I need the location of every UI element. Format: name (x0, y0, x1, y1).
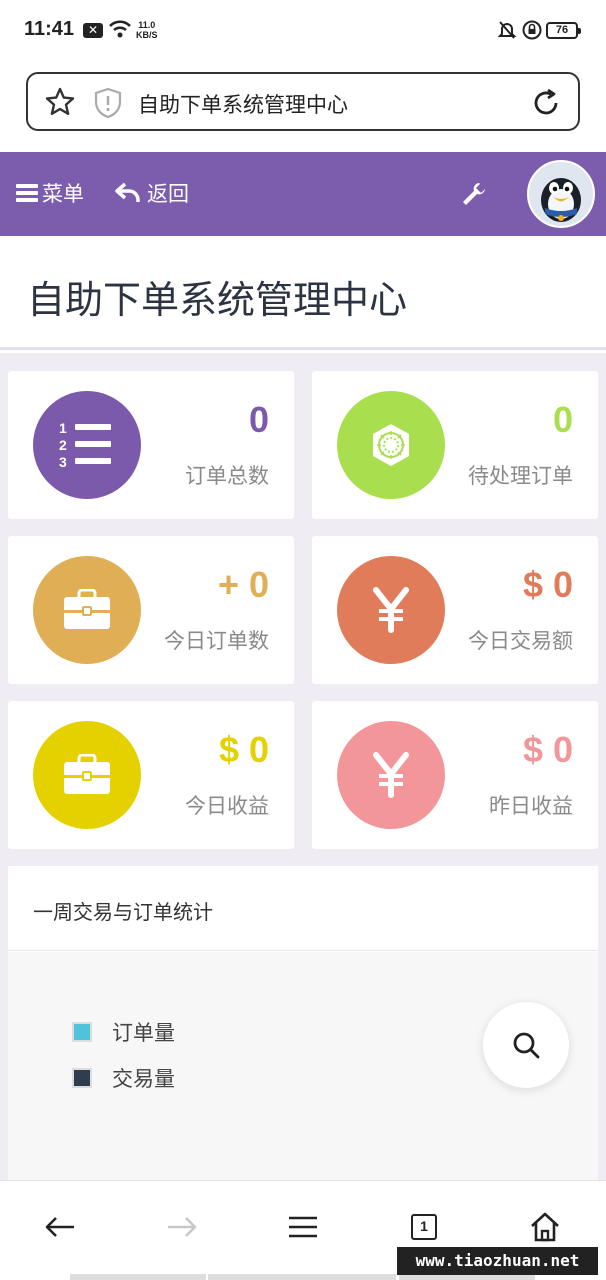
watermark: www.tiaozhuan.net (397, 1247, 598, 1275)
wifi-icon (109, 20, 131, 38)
browser-back-button[interactable] (40, 1207, 80, 1247)
stat-card-today-transactions[interactable]: $ 0 今日交易额 (312, 536, 598, 684)
reload-icon[interactable] (530, 87, 562, 119)
browser-url-area: 自助下单系统管理中心 (0, 62, 606, 152)
avatar[interactable] (527, 160, 595, 228)
yen-icon (373, 587, 409, 633)
circle-badge (337, 721, 445, 829)
page-title: 自助下单系统管理中心 (27, 278, 408, 322)
stat-label: 今日收益 (185, 794, 269, 818)
forward-icon (168, 1217, 197, 1237)
back-button[interactable]: 返回 (115, 178, 189, 208)
circle-badge (33, 721, 141, 829)
stat-value: 0 (248, 399, 269, 440)
chart-title: 一周交易与订单统计 (33, 900, 213, 924)
stat-label: 订单总数 (185, 464, 269, 488)
gesture-bar (70, 1274, 206, 1280)
menu-button[interactable]: 菜单 (16, 178, 84, 208)
legend-label: 订单量 (112, 1021, 175, 1045)
status-bar: 11:41 ✕ 11.0 KB/S 76 (0, 0, 606, 62)
svg-text:2: 2 (59, 437, 67, 453)
network-speed-unit: KB/S (136, 30, 158, 40)
stat-card-today-orders[interactable]: + 0 今日订单数 (8, 536, 294, 684)
floating-search-button[interactable] (483, 1002, 569, 1088)
circle-badge (337, 556, 445, 664)
numbered-list-icon: 1 2 3 (59, 420, 111, 470)
browser-home-button[interactable] (525, 1207, 565, 1247)
top-navbar: 菜单 返回 (0, 152, 606, 236)
page-header: 自助下单系统管理中心 (0, 236, 606, 350)
browser-menu-button[interactable] (283, 1207, 323, 1247)
battery-indicator: 76 (546, 22, 581, 39)
briefcase-icon (64, 589, 110, 629)
back-label: 返回 (147, 182, 189, 206)
legend-label: 交易量 (112, 1067, 175, 1091)
legend-swatch (72, 1022, 92, 1042)
briefcase-icon (64, 754, 110, 794)
stat-card-yesterday-profit[interactable]: $ 0 昨日收益 (312, 701, 598, 849)
stat-card-today-profit[interactable]: $ 0 今日收益 (8, 701, 294, 849)
stat-card-pending-orders[interactable]: 0 待处理订单 (312, 371, 598, 519)
wrench-icon[interactable] (460, 180, 488, 208)
stat-label: 待处理订单 (468, 464, 573, 488)
stat-value: $ 0 (218, 729, 269, 770)
hamburger-icon (16, 184, 38, 202)
legend-item-orders[interactable]: 订单量 (72, 1017, 175, 1047)
circle-badge (33, 556, 141, 664)
stat-value: $ 0 (522, 729, 573, 770)
back-icon (45, 1217, 74, 1237)
stat-value: + 0 (217, 564, 269, 605)
url-text[interactable]: 自助下单系统管理中心 (138, 89, 348, 119)
stat-value: 0 (552, 399, 573, 440)
star-icon[interactable] (44, 86, 76, 118)
url-bar[interactable]: 自助下单系统管理中心 (26, 72, 580, 131)
tabs-icon: 1 (411, 1214, 437, 1240)
bell-muted-icon (497, 21, 517, 39)
stat-label: 今日交易额 (468, 629, 573, 653)
circle-badge: 1 2 3 (33, 391, 141, 499)
stat-card-total-orders[interactable]: 1 2 3 0 订单总数 (8, 371, 294, 519)
menu-label: 菜单 (42, 182, 84, 206)
stat-label: 今日订单数 (164, 629, 269, 653)
gear-badge-icon (373, 424, 409, 466)
svg-text:1: 1 (59, 420, 67, 436)
status-time: 11:41 (24, 18, 75, 40)
chart-header: 一周交易与订单统计 (8, 866, 598, 951)
gesture-bar (208, 1274, 396, 1280)
network-speed-value: 11.0 (138, 20, 156, 30)
menu-icon (289, 1216, 317, 1238)
shield-icon[interactable] (94, 87, 122, 119)
yen-icon (373, 752, 409, 798)
search-icon (513, 1032, 540, 1059)
browser-forward-button[interactable] (162, 1207, 202, 1247)
legend-swatch (72, 1068, 92, 1088)
circle-badge (337, 391, 445, 499)
legend-item-transactions[interactable]: 交易量 (72, 1063, 175, 1093)
svg-text:3: 3 (59, 454, 67, 470)
lock-icon (522, 20, 542, 40)
browser-tabs-button[interactable]: 1 (404, 1207, 444, 1247)
stat-label: 昨日收益 (489, 794, 573, 818)
network-speed: 11.0 KB/S (136, 20, 158, 40)
home-icon (531, 1212, 559, 1242)
notification-x-icon: ✕ (83, 23, 103, 38)
stat-value: $ 0 (522, 564, 573, 605)
back-arrow-icon (115, 182, 140, 202)
